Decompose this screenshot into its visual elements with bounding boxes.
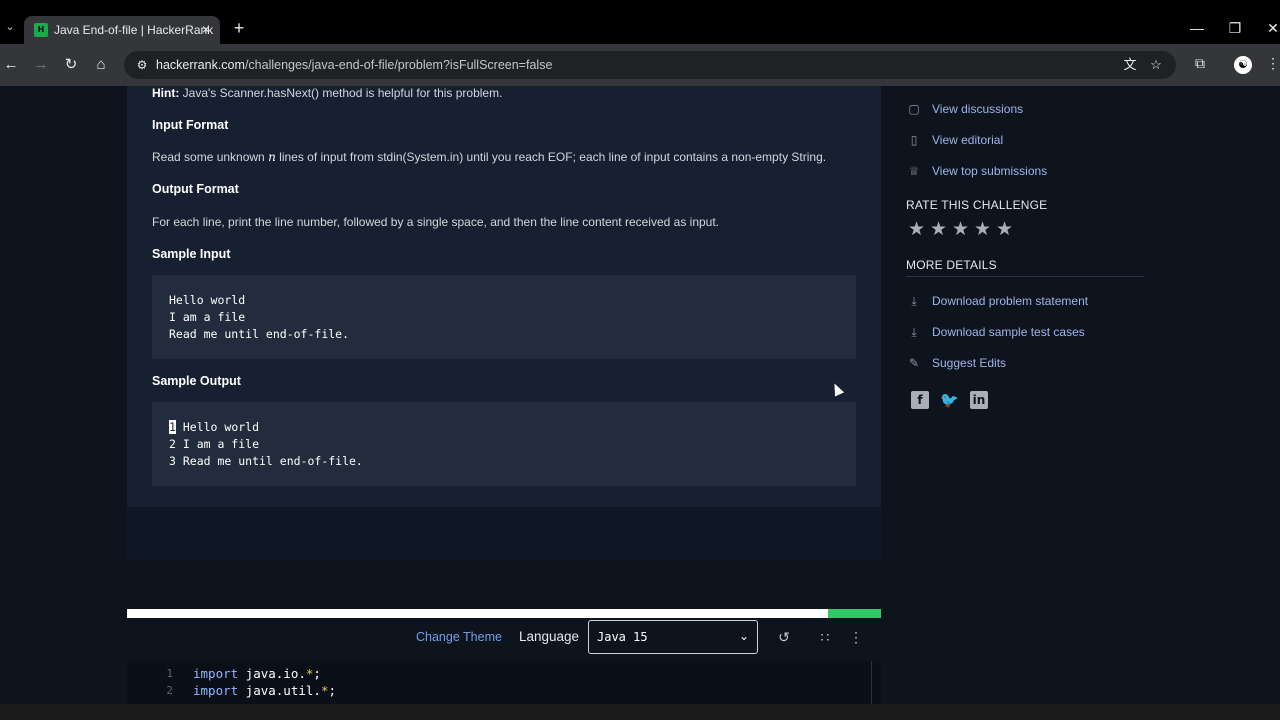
change-theme-button[interactable]: Change Theme <box>416 630 502 644</box>
rating-stars: ★ ★ ★ ★ ★ <box>908 220 1018 240</box>
reload-icon[interactable]: ↻ <box>61 55 81 75</box>
input-format-heading: Input Format <box>152 118 229 132</box>
extensions-icon[interactable]: ⧉ <box>1190 55 1210 75</box>
restore-code-icon[interactable]: ↺ <box>775 628 793 646</box>
bookmark-star-icon[interactable]: ☆ <box>1148 57 1164 73</box>
facebook-icon[interactable]: f <box>911 391 929 409</box>
forward-icon[interactable]: → <box>31 55 51 75</box>
restore-icon[interactable]: ❐ <box>1225 18 1245 38</box>
sample-output-line: 2 I am a file <box>169 437 260 451</box>
sample-output-block: 1 Hello world 2 I am a file 3 Read me un… <box>152 402 856 486</box>
code-line[interactable]: 2 import java.util.*; <box>127 682 867 699</box>
sample-input-block: Hello world I am a file Read me until en… <box>152 275 856 359</box>
star-icon[interactable]: ★ <box>908 220 930 240</box>
language-label: Language <box>519 629 580 644</box>
sample-input-heading: Sample Input <box>152 247 231 261</box>
hint-text: Hint: Java's Scanner.hasNext() method is… <box>152 86 503 100</box>
download-icon: ⤓ <box>911 325 917 339</box>
star-icon[interactable]: ★ <box>996 220 1018 240</box>
twitter-icon[interactable]: 🐦 <box>940 391 959 409</box>
tab-search-icon[interactable]: ⌄ <box>2 20 18 36</box>
url-text[interactable]: hackerrank.com/challenges/java-end-of-fi… <box>156 58 552 72</box>
more-details-heading: MORE DETAILS <box>906 258 997 272</box>
editor-toolbar: Change Theme Language Java 15 ⌄ ↺ ∷ ⋮ <box>127 618 881 660</box>
browser-tab[interactable]: H Java End-of-file | HackerRank × <box>24 16 220 44</box>
download-icon: ⤓ <box>911 294 917 308</box>
linkedin-icon[interactable]: in <box>970 391 988 409</box>
page-content: Hint: Java's Scanner.hasNext() method is… <box>0 86 1280 704</box>
bottom-bar <box>0 704 1280 720</box>
star-icon[interactable]: ★ <box>930 220 952 240</box>
chevron-down-icon: ⌄ <box>738 629 749 643</box>
line-number: 1 <box>166 667 173 680</box>
output-format-text: For each line, print the line number, fo… <box>152 215 720 229</box>
minimize-icon[interactable]: — <box>1187 18 1207 38</box>
line-number: 2 <box>166 684 173 697</box>
problem-statement: Hint: Java's Scanner.hasNext() method is… <box>127 86 881 507</box>
drag-handle-icon[interactable]: ∷ <box>816 628 834 646</box>
input-format-text: Read some unknown n lines of input from … <box>152 150 827 164</box>
output-format-heading: Output Format <box>152 182 239 196</box>
language-selected-value: Java 15 <box>597 630 648 644</box>
new-tab-icon[interactable]: + <box>230 19 248 37</box>
editor-menu-icon[interactable]: ⋮ <box>847 628 865 646</box>
code-text[interactable]: import java.io.*; <box>193 666 321 681</box>
address-bar[interactable]: ⚙ hackerrank.com/challenges/java-end-of-… <box>124 51 1176 79</box>
profile-avatar-icon[interactable]: ☯ <box>1234 56 1252 74</box>
sample-output-line: 3 Read me until end-of-file. <box>169 454 363 468</box>
star-icon[interactable]: ★ <box>952 220 974 240</box>
divider <box>906 276 1144 277</box>
site-info-icon[interactable]: ⚙ <box>134 57 150 73</box>
sample-input-line: Read me until end-of-file. <box>169 327 350 341</box>
split-resize-handle[interactable] <box>127 609 881 618</box>
text-cursor: 1 <box>169 420 176 434</box>
pencil-icon: ✎ <box>908 356 920 370</box>
tab-title: Java End-of-file | HackerRank <box>54 23 214 37</box>
home-icon[interactable]: ⌂ <box>91 55 111 75</box>
code-line[interactable]: 1 import java.io.*; <box>127 665 867 682</box>
problem-footer-area <box>127 507 881 560</box>
translate-icon[interactable]: 文 <box>1122 57 1138 73</box>
language-select[interactable]: Java 15 ⌄ <box>588 620 758 654</box>
sample-output-heading: Sample Output <box>152 374 241 388</box>
progress-fill <box>828 609 881 618</box>
rate-challenge-heading: RATE THIS CHALLENGE <box>906 198 1048 212</box>
tab-close-icon[interactable]: × <box>198 21 214 37</box>
code-text[interactable]: import java.util.*; <box>193 683 336 698</box>
editor-scrollbar[interactable] <box>871 661 872 704</box>
chat-icon: ▢ <box>908 102 920 116</box>
window-close-icon[interactable]: ✕ <box>1263 18 1280 38</box>
sample-input-line: Hello world <box>169 293 246 307</box>
code-editor[interactable]: 1 import java.io.*; 2 import java.util.*… <box>127 661 881 704</box>
hackerrank-favicon-icon: H <box>34 23 48 37</box>
browser-menu-icon[interactable]: ⋮ <box>1266 55 1280 75</box>
browser-toolbar: ← → ↻ ⌂ ⚙ hackerrank.com/challenges/java… <box>0 44 1280 86</box>
tab-strip: ⌄ H Java End-of-file | HackerRank × + — … <box>0 0 1280 44</box>
challenge-sidebar: ▢ View discussions ▯ View editorial ♕ Vi… <box>906 86 1146 416</box>
book-icon: ▯ <box>910 133 918 147</box>
sample-output-line: 1 Hello world <box>169 420 260 434</box>
trophy-icon: ♕ <box>908 164 920 178</box>
sample-input-line: I am a file <box>169 310 246 324</box>
star-icon[interactable]: ★ <box>974 220 996 240</box>
back-icon[interactable]: ← <box>1 55 21 75</box>
